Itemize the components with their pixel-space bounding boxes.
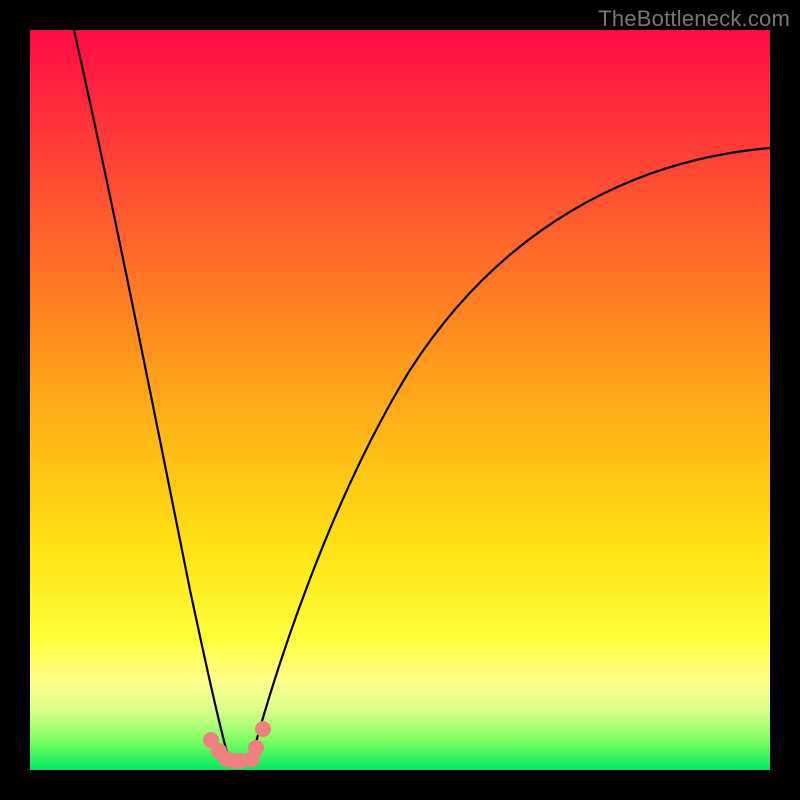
marker-cluster [203,721,271,769]
marker-dot [255,721,271,737]
watermark-text: TheBottleneck.com [598,6,790,32]
right-branch-curve [250,148,770,764]
plot-area [30,30,770,770]
chart-frame: TheBottleneck.com [0,0,800,800]
marker-dot [248,740,264,756]
left-branch-curve [74,30,230,764]
curve-layer [30,30,770,770]
